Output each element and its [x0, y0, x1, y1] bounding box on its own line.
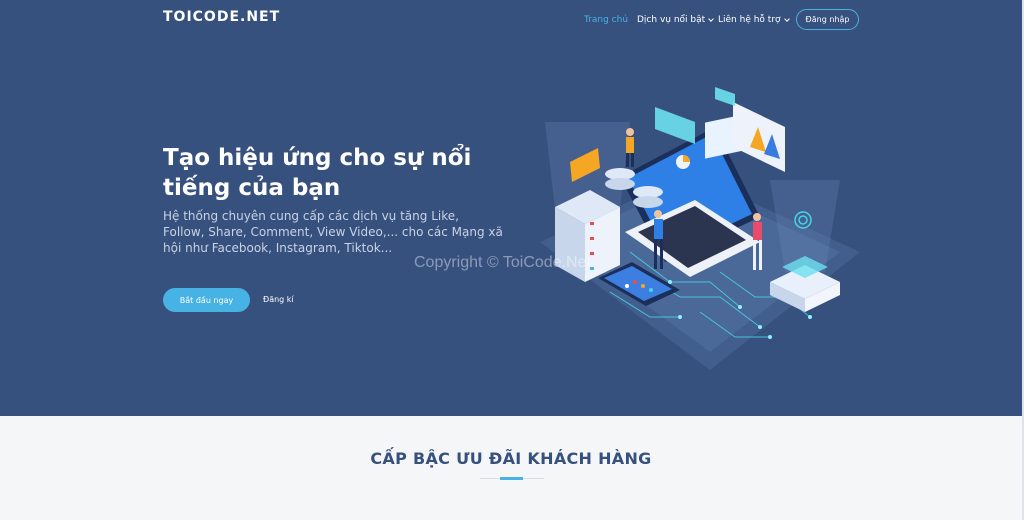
nav-home[interactable]: Trang chủ: [584, 13, 628, 27]
nav-home-label: Trang chủ: [584, 15, 629, 25]
chevron-down-icon: [708, 16, 715, 22]
site-logo[interactable]: TOICODE.NET: [163, 9, 280, 25]
chevron-down-icon: [783, 16, 790, 22]
person-standing-top: [626, 128, 634, 167]
register-link[interactable]: Đăng kí: [263, 295, 294, 304]
title-divider-accent: [500, 477, 523, 480]
hero-subtitle: Hệ thống chuyên cung cấp các dịch vụ tăn…: [163, 209, 503, 255]
login-button[interactable]: Đăng nhập: [796, 9, 859, 30]
section-title: CẤP BẬC ƯU ĐÃI KHÁCH HÀNG: [370, 449, 652, 468]
nav-support-contact-label: Liên hệ hỗ trợ: [718, 15, 781, 25]
hero-illustration: [540, 87, 860, 370]
info-panel: [655, 107, 695, 144]
hero-section: [0, 0, 1022, 416]
nav-featured-services[interactable]: Dịch vụ nổi bật: [637, 13, 715, 27]
get-started-button[interactable]: Bắt đầu ngay: [163, 288, 250, 312]
nav-support-contact[interactable]: Liên hệ hỗ trợ: [718, 13, 790, 27]
hero-title: Tạo hiệu ứng cho sự nổi tiếng của bạn: [163, 145, 472, 201]
small-panel: [715, 87, 735, 106]
nav-featured-services-label: Dịch vụ nổi bật: [637, 15, 706, 25]
copyright-watermark: Copyright © ToiCode.Net: [414, 254, 591, 271]
